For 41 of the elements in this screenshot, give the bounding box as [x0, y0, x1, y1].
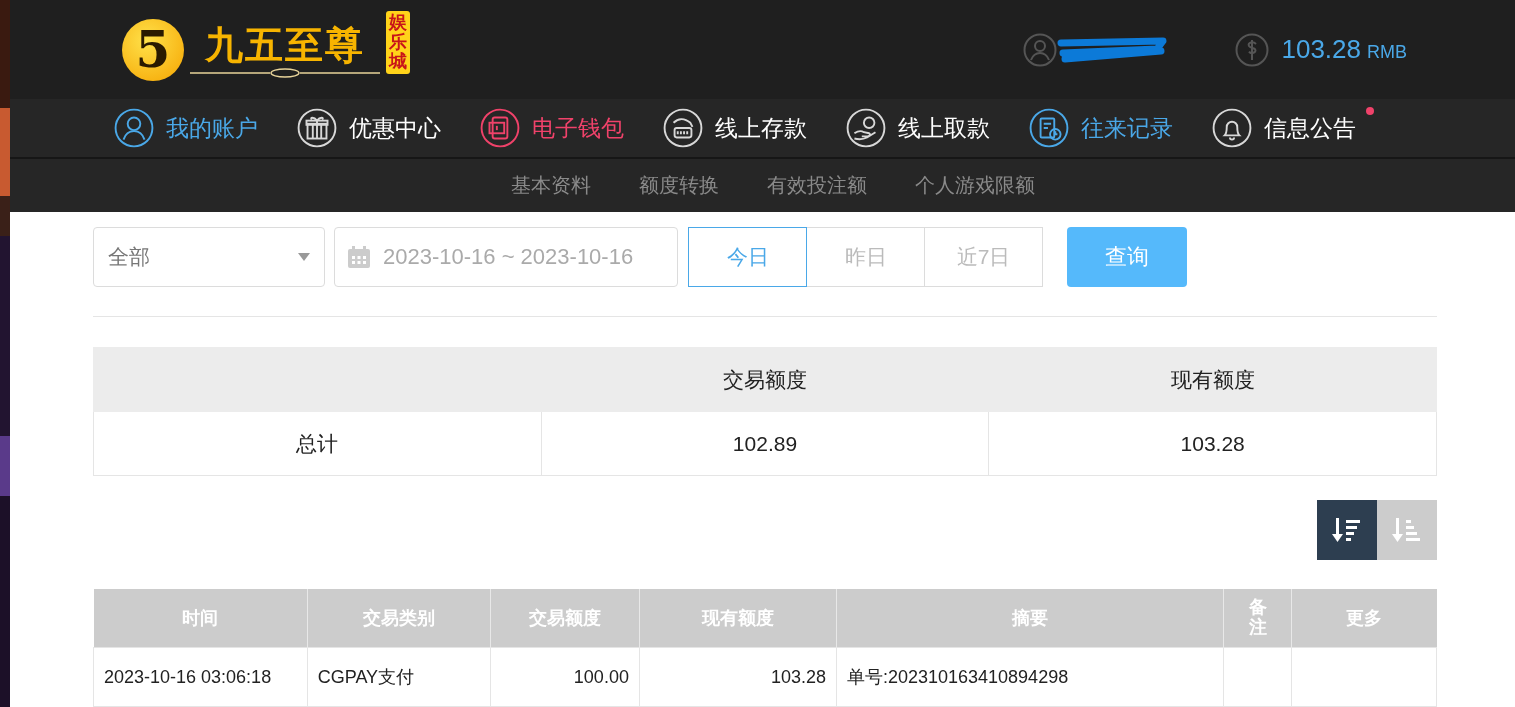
date-tab[interactable]: 今日 [688, 227, 807, 287]
calendar-icon [347, 245, 371, 269]
nav-item[interactable]: 优惠中心 [297, 108, 480, 148]
logo-badge: 娱乐城 [386, 10, 410, 75]
row-label: 总计 [93, 411, 542, 476]
document-clock-icon [1029, 108, 1069, 148]
sub-nav-link[interactable]: 个人游戏限额 [914, 171, 1035, 199]
sort-button[interactable] [1317, 500, 1377, 560]
nav-item[interactable]: 信息公告 [1212, 108, 1395, 148]
gift-icon [297, 108, 337, 148]
logo-name: 九五至尊 [205, 22, 365, 68]
table-cell: 102.89 [541, 411, 989, 476]
caret-icon [298, 253, 310, 261]
nav-item[interactable]: 电子钱包 [480, 108, 663, 148]
dollar-icon [1235, 32, 1270, 67]
bell-icon [1212, 108, 1252, 148]
table-cell: 103.28 [639, 647, 837, 707]
nav-item[interactable]: 我的账户 [114, 108, 297, 148]
table-cell: 单号:202310163410894298 [836, 647, 1224, 707]
table-cell: 103.28 [988, 411, 1437, 476]
ornament-icon [190, 67, 380, 78]
nav-item[interactable]: 往来记录 [1029, 108, 1212, 148]
column-header: 交易额度 [541, 347, 989, 412]
table-cell: 2023-10-16 03:06:18 [93, 647, 308, 707]
sub-nav-link[interactable]: 额度转换 [638, 171, 719, 199]
type-select[interactable]: 全部 [93, 227, 325, 287]
wallet-icon [480, 108, 520, 148]
logo-mark: 5 [122, 18, 184, 81]
user-icon [1023, 32, 1058, 67]
nav-item[interactable]: 线上存款 [663, 108, 846, 148]
table-cell: CGPAY支付 [307, 647, 491, 707]
balance-amount: 103.28 RMB [1281, 34, 1407, 66]
hand-coin-icon [846, 108, 886, 148]
column-header: 现有额度 [988, 347, 1437, 412]
nav-item[interactable]: 线上取款 [846, 108, 1029, 148]
table-cell: 100.00 [490, 647, 640, 707]
sub-nav-link[interactable]: 有效投注额 [766, 171, 867, 199]
user-icon [114, 108, 154, 148]
sub-nav-link[interactable]: 基本资料 [510, 171, 591, 199]
hand-card-icon [663, 108, 703, 148]
date-range-field[interactable]: 2023-10-16 ~ 2023-10-16 [334, 227, 678, 287]
